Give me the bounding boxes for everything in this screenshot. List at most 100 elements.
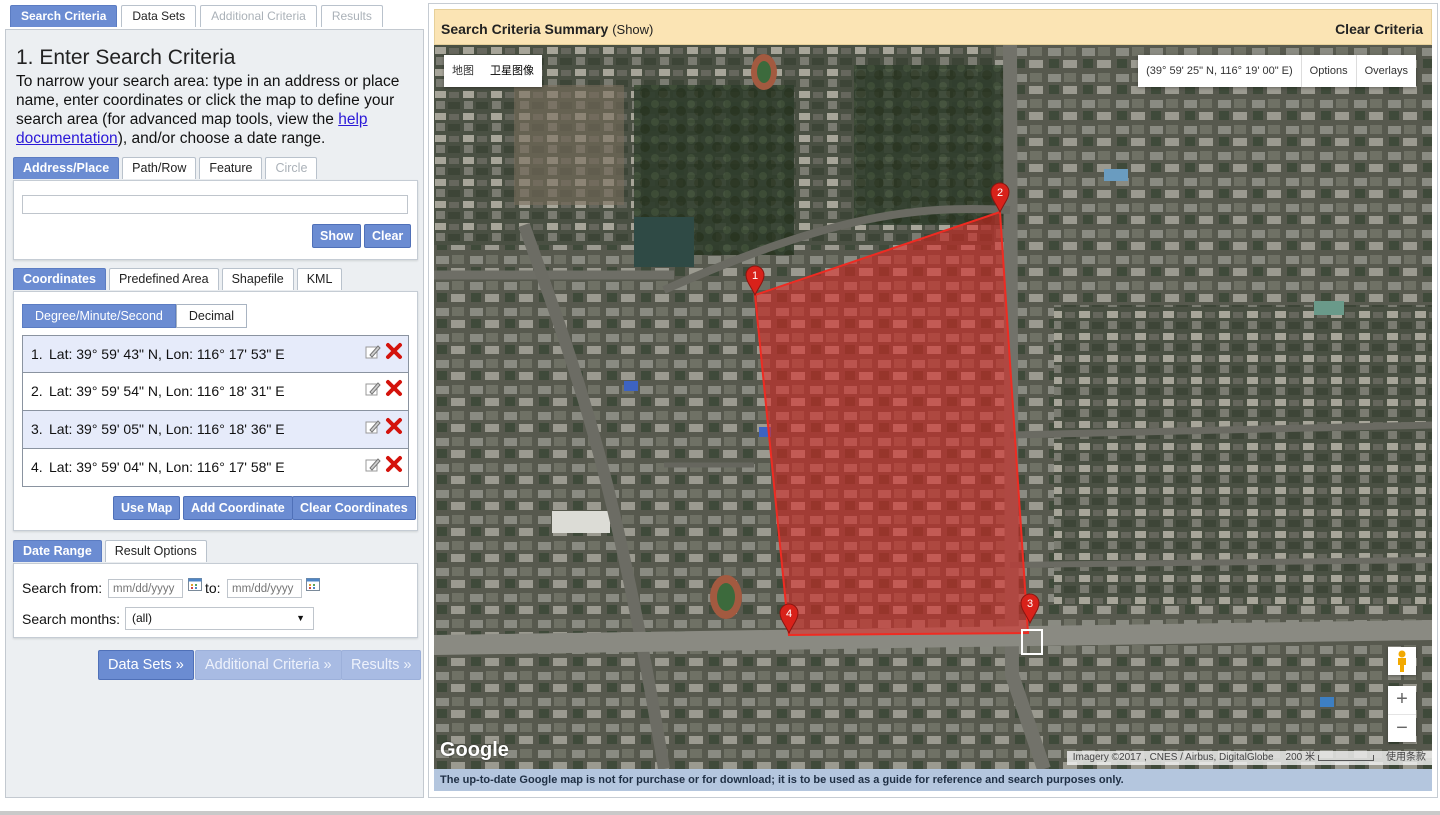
tab-feature[interactable]: Feature xyxy=(199,157,263,179)
summary-title-text: Search Criteria Summary xyxy=(441,21,609,37)
zoom-out-button[interactable]: − xyxy=(1388,714,1416,742)
tab-result-options[interactable]: Result Options xyxy=(104,540,207,562)
coordinate-row: 4. Lat: 39° 59' 04" N, Lon: 116° 17' 58"… xyxy=(22,449,409,487)
intro-text-end: ), and/or choose a date range. xyxy=(117,130,326,147)
coordinate-row: 3. Lat: 39° 59' 05" N, Lon: 116° 18' 36"… xyxy=(22,411,409,449)
search-criteria-body: 1. Enter Search Criteria To narrow your … xyxy=(5,29,424,798)
edit-pencil-icon[interactable] xyxy=(364,380,382,398)
google-logo: Google xyxy=(440,739,509,761)
edit-pencil-icon[interactable] xyxy=(364,418,382,436)
search-months-label: Search months: xyxy=(22,611,121,627)
search-to-label: to: xyxy=(205,580,221,596)
tab-date-range[interactable]: Date Range xyxy=(13,540,102,562)
search-months-value: (all) xyxy=(132,611,152,625)
zoom-control: + − xyxy=(1388,686,1416,742)
delete-x-icon[interactable] xyxy=(385,342,403,360)
coordinate-row: 2. Lat: 39° 59' 54" N, Lon: 116° 18' 31"… xyxy=(22,373,409,411)
edit-pencil-icon[interactable] xyxy=(364,343,382,361)
tab-circle[interactable]: Circle xyxy=(265,157,318,179)
clear-criteria-link[interactable]: Clear Criteria xyxy=(1335,21,1423,37)
tab-path-row[interactable]: Path/Row xyxy=(122,157,197,179)
intro-text: To narrow your search area: type in an a… xyxy=(16,72,416,148)
svg-text:2: 2 xyxy=(997,187,1003,199)
date-tabs: Date Range Result Options xyxy=(13,540,207,563)
street-view-pegman[interactable] xyxy=(1388,647,1416,675)
svg-text:1: 1 xyxy=(752,270,758,282)
coordinate-row: 1. Lat: 39° 59' 43" N, Lon: 116° 17' 53"… xyxy=(22,335,409,373)
tab-shapefile[interactable]: Shapefile xyxy=(221,268,294,290)
additional-criteria-next-button[interactable]: Additional Criteria » xyxy=(195,650,342,680)
search-criteria-summary-bar: Search Criteria Summary (Show) Clear Cri… xyxy=(434,9,1432,45)
tab-results[interactable]: Results xyxy=(320,5,383,27)
calendar-icon[interactable] xyxy=(306,578,320,591)
calendar-icon[interactable] xyxy=(188,578,202,591)
map-scale: 200 米 xyxy=(1280,751,1380,765)
map-attribution: Imagery ©2017 , CNES / Airbus, DigitalGl… xyxy=(1066,751,1432,765)
show-address-button[interactable]: Show xyxy=(312,224,362,248)
cursor-coordinates: (39° 59' 25" N, 116° 19' 00" E) xyxy=(1146,65,1293,77)
data-sets-next-button[interactable]: Data Sets » xyxy=(98,650,194,680)
area-tabs: Address/Place Path/Row Feature Circle xyxy=(13,157,318,180)
clear-coordinates-button[interactable]: Clear Coordinates xyxy=(292,496,416,520)
coordinates-box: Degree/Minute/Second Decimal 1. Lat: 39°… xyxy=(13,291,418,531)
coordinate-text: Lat: 39° 59' 04" N, Lon: 116° 17' 58" E xyxy=(49,459,285,475)
scale-bar xyxy=(1318,755,1374,761)
coordinate-format-toggle: Degree/Minute/Second Decimal xyxy=(22,304,248,328)
map-type-control: 地图 卫星图像 xyxy=(444,55,542,87)
address-input[interactable] xyxy=(22,195,408,214)
add-coordinate-button[interactable]: Add Coordinate xyxy=(183,496,293,520)
tab-data-sets[interactable]: Data Sets xyxy=(121,5,197,27)
scale-label: 200 米 xyxy=(1285,752,1315,763)
coordinate-text: Lat: 39° 59' 05" N, Lon: 116° 18' 36" E xyxy=(49,421,285,437)
search-to-input[interactable] xyxy=(227,579,302,598)
decimal-format-option[interactable]: Decimal xyxy=(175,304,248,328)
coordinate-index: 4. xyxy=(31,459,43,475)
terms-of-use-link[interactable]: 使用条款 xyxy=(1380,751,1432,765)
map-options-button[interactable]: Options xyxy=(1300,55,1356,87)
edit-pencil-icon[interactable] xyxy=(364,456,382,474)
delete-x-icon[interactable] xyxy=(385,379,403,397)
tab-coordinates[interactable]: Coordinates xyxy=(13,268,106,290)
dms-format-option[interactable]: Degree/Minute/Second xyxy=(22,304,176,328)
map-type-roadmap[interactable]: 地图 xyxy=(444,55,482,87)
tab-kml[interactable]: KML xyxy=(296,268,343,290)
tab-predefined-area[interactable]: Predefined Area xyxy=(108,268,219,290)
search-months-select[interactable]: (all) ▼ xyxy=(125,607,314,630)
satellite-imagery: 1 2 3 4 xyxy=(434,45,1432,769)
results-next-button[interactable]: Results » xyxy=(341,650,422,680)
svg-text:3: 3 xyxy=(1027,598,1033,610)
map-overlays-button[interactable]: Overlays xyxy=(1355,55,1416,87)
search-panel: Search Criteria Data Sets Additional Cri… xyxy=(5,5,424,798)
map-panel: Search Criteria Summary (Show) Clear Cri… xyxy=(428,3,1438,798)
clear-address-button[interactable]: Clear xyxy=(364,224,412,248)
svg-text:4: 4 xyxy=(786,608,792,620)
coordinate-text: Lat: 39° 59' 43" N, Lon: 116° 17' 53" E xyxy=(49,346,285,362)
coordinate-text: Lat: 39° 59' 54" N, Lon: 116° 18' 31" E xyxy=(49,383,285,399)
page-bottom-border xyxy=(0,811,1440,815)
search-from-label: Search from: xyxy=(22,580,103,596)
search-from-input[interactable] xyxy=(108,579,183,598)
map-info-control: (39° 59' 25" N, 116° 19' 00" E) Options … xyxy=(1138,55,1416,87)
tab-address-place[interactable]: Address/Place xyxy=(13,157,120,179)
coordinate-index: 3. xyxy=(31,421,43,437)
address-box: Show Clear xyxy=(13,180,418,260)
zoom-in-button[interactable]: + xyxy=(1388,686,1416,714)
step-title: 1. Enter Search Criteria xyxy=(16,46,236,69)
summary-show-link[interactable]: (Show) xyxy=(612,22,653,37)
pegman-icon xyxy=(1398,650,1406,672)
imagery-attribution: Imagery ©2017 , CNES / Airbus, DigitalGl… xyxy=(1072,752,1274,763)
tab-search-criteria[interactable]: Search Criteria xyxy=(10,5,118,27)
delete-x-icon[interactable] xyxy=(385,417,403,435)
summary-title: Search Criteria Summary (Show) xyxy=(441,21,653,37)
delete-x-icon[interactable] xyxy=(385,455,403,473)
coordinate-list: 1. Lat: 39° 59' 43" N, Lon: 116° 17' 53"… xyxy=(22,335,409,487)
dropdown-caret-icon: ▼ xyxy=(296,613,305,623)
map-view[interactable]: 1 2 3 4 地图 卫星图像 (39° 59' 25" N, 116° 19'… xyxy=(434,45,1432,769)
tab-additional-criteria[interactable]: Additional Criteria xyxy=(200,5,317,27)
date-range-box: Search from: to: Search months: (all) ▼ xyxy=(13,563,418,638)
use-map-button[interactable]: Use Map xyxy=(113,496,181,520)
coordinate-tabs: Coordinates Predefined Area Shapefile KM… xyxy=(13,268,343,291)
map-type-satellite[interactable]: 卫星图像 xyxy=(482,55,542,87)
coordinate-index: 1. xyxy=(31,346,43,362)
main-tabs: Search Criteria Data Sets Additional Cri… xyxy=(10,5,383,29)
